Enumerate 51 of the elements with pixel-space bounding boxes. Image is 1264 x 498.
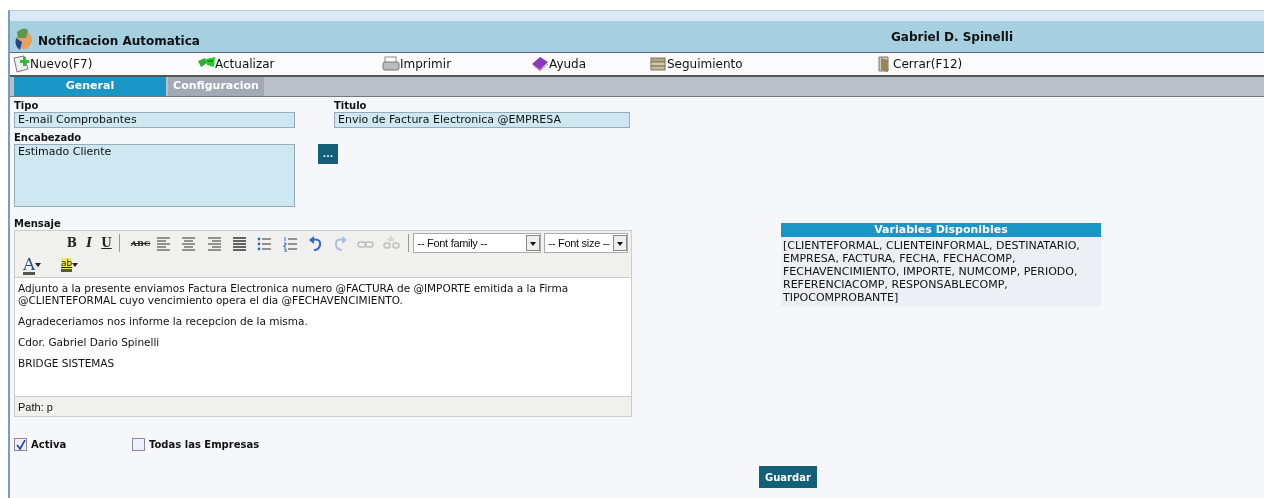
- checkbox[interactable]: [132, 438, 145, 451]
- status-path: Path: p: [15, 396, 631, 416]
- font-select[interactable]: -- Font family --: [412, 233, 541, 253]
- checkbox[interactable]: [14, 438, 27, 451]
- text-area[interactable]: Estimado Cliente: [14, 144, 295, 207]
- paragraph: Cdor. Gabriel Dario Spinelli: [18, 336, 161, 348]
- align-center-icon: [180, 235, 198, 252]
- app-logo-icon: [14, 26, 34, 52]
- font-select[interactable]: -- Font size --: [543, 233, 628, 253]
- field-label: Tipo: [14, 100, 40, 112]
- dropdown-icon: [613, 235, 627, 251]
- toolbar-button[interactable]: Ayuda: [531, 55, 649, 73]
- format-button[interactable]: B: [63, 233, 81, 253]
- format-button[interactable]: U: [97, 233, 116, 253]
- format-button[interactable]: ABC: [130, 233, 152, 253]
- toolbar-button[interactable]: Actualizar: [197, 55, 382, 73]
- align-left-icon: [155, 235, 173, 252]
- justify-icon: [230, 235, 248, 252]
- toolbar-button[interactable]: Nuevo(F7): [12, 55, 197, 73]
- align-right-icon: [205, 235, 223, 252]
- caret-icon: [35, 263, 42, 267]
- highlight-button[interactable]: ab: [61, 255, 91, 275]
- new-document-icon: [12, 55, 30, 73]
- input-field[interactable]: E-mail Comprobantes: [14, 112, 295, 128]
- format-button[interactable]: I: [80, 233, 98, 253]
- unlink-icon: [382, 235, 400, 252]
- input-field[interactable]: Envio de Factura Electronica @EMPRESA: [334, 112, 630, 128]
- checkbox-label: Todas las Empresas: [149, 438, 260, 451]
- field-label: Mensaje: [14, 218, 62, 230]
- window-title: Notificacion Automatica: [38, 33, 200, 50]
- field-label: Encabezado: [14, 132, 83, 144]
- paragraph: Adjunto a la presente enviamos Factura Electronica numero @FACTURA de @IMPORTE emitida a la Firma @CLIENTEFORMAL cuyo vencimiento opera el dia @FECHAVENCIMIENTO.: [18, 282, 570, 306]
- ellipsis-button[interactable]: ...: [318, 144, 338, 164]
- help-book-icon: [531, 55, 549, 73]
- stack-icon: [649, 55, 667, 73]
- toolbar-button[interactable]: Imprimir: [382, 55, 531, 73]
- toolbar-button[interactable]: Cerrar(F12): [875, 55, 1075, 73]
- font-color-button[interactable]: A: [23, 255, 53, 275]
- user-name: Gabriel D. Spinelli: [889, 28, 1015, 46]
- variables-list: [CLIENTEFORMAL, CLIENTEINFORMAL, DESTINATARIO, EMPRESA, FACTURA, FECHA, FECHACOMP, FECHAVENCIMIENTO, IMPORTE, NUMCOMP, PERIODO, REFERENCIACOMP, RESPONSABLECOMP, TIPOCOMPROBANTE]: [781, 237, 1101, 306]
- dropdown-icon: [525, 235, 540, 251]
- numbered-list-icon: [281, 235, 299, 252]
- panel-header: Variables Disponibles: [781, 223, 1101, 237]
- paragraph: Agradeceriamos nos informe la recepcion de la misma.: [18, 315, 309, 327]
- field-label: Titulo: [334, 100, 368, 112]
- save-button[interactable]: Guardar: [759, 466, 817, 488]
- paragraph: BRIDGE SISTEMAS: [18, 357, 116, 369]
- checkbox-label: Activa: [31, 438, 67, 451]
- bullet-list-icon: [256, 235, 274, 252]
- toolbar-button[interactable]: Seguimiento: [649, 55, 875, 73]
- caret-icon: [72, 263, 79, 267]
